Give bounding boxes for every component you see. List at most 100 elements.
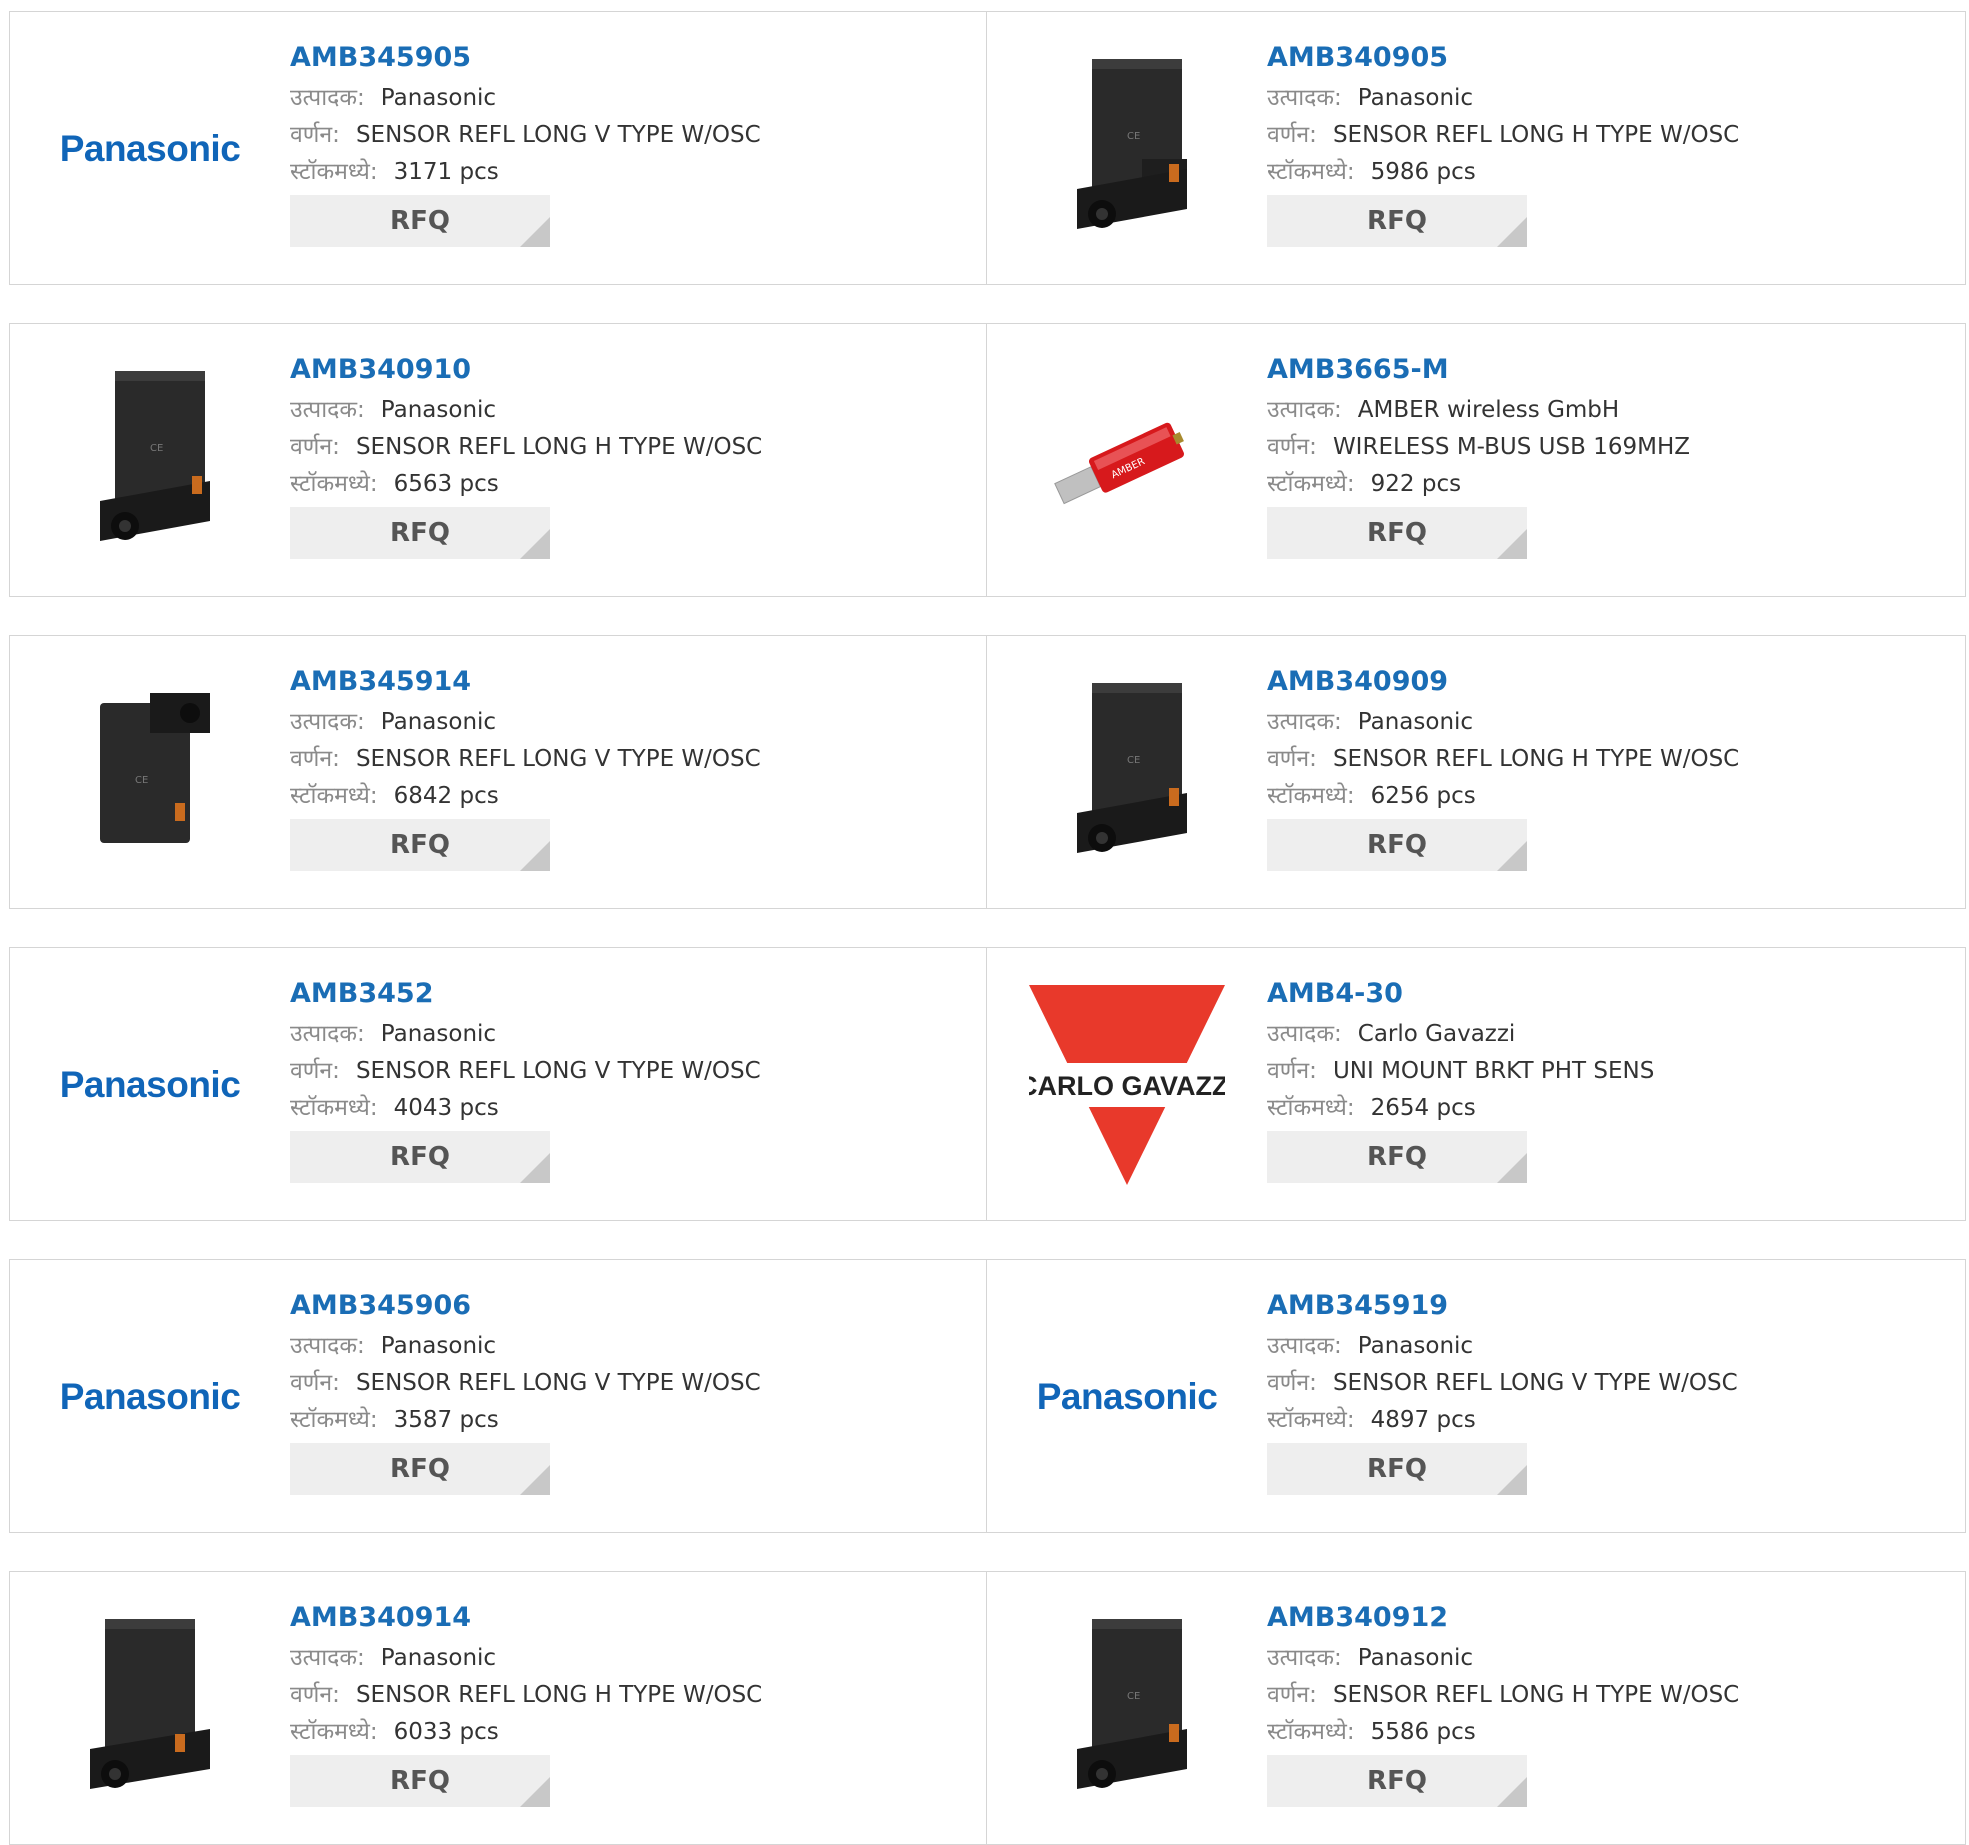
- description-label: वर्णन:: [1267, 122, 1317, 148]
- manufacturer-label: उत्पादक:: [1267, 1645, 1342, 1671]
- svg-text:CE: CE: [135, 775, 148, 786]
- manufacturer-value: AMBER wireless GmbH: [1357, 397, 1620, 423]
- rfq-button[interactable]: RFQ: [290, 1131, 550, 1183]
- corner-decoration: [520, 1777, 550, 1807]
- manufacturer-value: Panasonic: [1357, 1333, 1474, 1359]
- part-number-link[interactable]: AMB345906: [290, 1290, 761, 1322]
- description-value: SENSOR REFL LONG V TYPE W/OSC: [355, 1058, 761, 1084]
- product-image[interactable]: AMBER: [1027, 361, 1227, 561]
- description-value: SENSOR REFL LONG H TYPE W/OSC: [1332, 122, 1740, 148]
- rfq-button[interactable]: RFQ: [290, 507, 550, 559]
- stock-value: 5986 pcs: [1370, 159, 1476, 185]
- product-card: Panasonic AMB345906 उत्पादक: Panasonic वर…: [9, 1259, 987, 1533]
- stock-value: 5586 pcs: [1370, 1719, 1476, 1745]
- panasonic-logo: Panasonic: [59, 1376, 241, 1417]
- stock-value: 2654 pcs: [1370, 1095, 1476, 1121]
- corner-decoration: [520, 1153, 550, 1183]
- part-number-link[interactable]: AMB340905: [1267, 42, 1739, 74]
- rfq-label: RFQ: [1367, 518, 1427, 548]
- manufacturer-value: Carlo Gavazzi: [1357, 1021, 1516, 1047]
- part-number-link[interactable]: AMB340909: [1267, 666, 1739, 698]
- corner-decoration: [520, 1465, 550, 1495]
- part-number-link[interactable]: AMB340912: [1267, 1602, 1739, 1634]
- rfq-label: RFQ: [390, 1766, 450, 1796]
- stock-label: स्टॉकमध्ये:: [290, 159, 378, 185]
- product-image[interactable]: Panasonic: [50, 49, 250, 249]
- manufacturer-label: उत्पादक:: [1267, 709, 1342, 735]
- product-image[interactable]: CE: [50, 361, 250, 561]
- product-card: CE AMB345914 उत्पादक: Panasonic वर्णन: SEN…: [9, 635, 987, 909]
- manufacturer-label: उत्पादक:: [1267, 397, 1342, 423]
- stock-label: स्टॉकमध्ये:: [1267, 159, 1355, 185]
- rfq-button[interactable]: RFQ: [1267, 195, 1527, 247]
- corner-decoration: [1497, 1153, 1527, 1183]
- product-image[interactable]: Panasonic: [50, 985, 250, 1185]
- rfq-button[interactable]: RFQ: [1267, 1755, 1527, 1807]
- panasonic-logo: Panasonic: [1036, 1376, 1218, 1417]
- rfq-button[interactable]: RFQ: [1267, 507, 1527, 559]
- rfq-button[interactable]: RFQ: [1267, 1131, 1527, 1183]
- description-label: वर्णन:: [290, 434, 340, 460]
- stock-value: 922 pcs: [1370, 471, 1462, 497]
- corner-decoration: [1497, 1465, 1527, 1495]
- manufacturer-value: Panasonic: [380, 1021, 497, 1047]
- rfq-label: RFQ: [390, 206, 450, 236]
- product-card: Panasonic AMB3452 उत्पादक: Panasonic वर्ण…: [9, 947, 987, 1221]
- manufacturer-label: उत्पादक:: [290, 85, 365, 111]
- rfq-label: RFQ: [1367, 206, 1427, 236]
- manufacturer-value: Panasonic: [380, 1645, 497, 1671]
- product-image[interactable]: Panasonic: [1027, 1297, 1227, 1497]
- svg-text:CE: CE: [150, 443, 163, 454]
- product-image[interactable]: CE: [1027, 673, 1227, 873]
- stock-label: स्टॉकमध्ये:: [1267, 1407, 1355, 1433]
- product-image[interactable]: CE: [50, 673, 250, 873]
- stock-label: स्टॉकमध्ये:: [1267, 1719, 1355, 1745]
- description-value: SENSOR REFL LONG V TYPE W/OSC: [355, 1370, 761, 1396]
- sensor-photo-icon: CE: [100, 693, 210, 843]
- product-image[interactable]: CE: [1027, 1609, 1227, 1809]
- corner-decoration: [1497, 1777, 1527, 1807]
- rfq-button[interactable]: RFQ: [1267, 819, 1527, 871]
- rfq-label: RFQ: [390, 1454, 450, 1484]
- product-image[interactable]: CE: [1027, 49, 1227, 249]
- rfq-button[interactable]: RFQ: [290, 1443, 550, 1495]
- manufacturer-label: उत्पादक:: [1267, 1333, 1342, 1359]
- corner-decoration: [1497, 841, 1527, 871]
- description-label: वर्णन:: [290, 1370, 340, 1396]
- stock-value: 4043 pcs: [393, 1095, 499, 1121]
- part-number-link[interactable]: AMB3452: [290, 978, 761, 1010]
- description-value: SENSOR REFL LONG H TYPE W/OSC: [355, 1682, 763, 1708]
- description-value: SENSOR REFL LONG H TYPE W/OSC: [1332, 1682, 1740, 1708]
- stock-label: स्टॉकमध्ये:: [1267, 471, 1355, 497]
- product-card: CARLO GAVAZZI AMB4-30 उत्पादक: Carlo Gava…: [987, 947, 1966, 1221]
- part-number-link[interactable]: AMB4-30: [1267, 978, 1654, 1010]
- product-image[interactable]: [50, 1609, 250, 1809]
- rfq-button[interactable]: RFQ: [290, 819, 550, 871]
- product-image[interactable]: CARLO GAVAZZI: [1027, 985, 1227, 1185]
- stock-value: 6842 pcs: [393, 783, 499, 809]
- svg-text:CE: CE: [1127, 755, 1140, 766]
- stock-value: 3171 pcs: [393, 159, 499, 185]
- brand-text: CARLO GAVAZZI: [1029, 1071, 1225, 1101]
- manufacturer-value: Panasonic: [380, 85, 497, 111]
- description-label: वर्णन:: [290, 1682, 340, 1708]
- stock-value: 6563 pcs: [393, 471, 499, 497]
- rfq-button[interactable]: RFQ: [290, 195, 550, 247]
- stock-label: स्टॉकमध्ये:: [1267, 1095, 1355, 1121]
- part-number-link[interactable]: AMB345919: [1267, 1290, 1738, 1322]
- rfq-button[interactable]: RFQ: [290, 1755, 550, 1807]
- stock-label: स्टॉकमध्ये:: [290, 783, 378, 809]
- part-number-link[interactable]: AMB345914: [290, 666, 761, 698]
- description-label: वर्णन:: [1267, 434, 1317, 460]
- part-number-link[interactable]: AMB3665-M: [1267, 354, 1690, 386]
- svg-text:CE: CE: [1127, 131, 1140, 142]
- part-number-link[interactable]: AMB340914: [290, 1602, 762, 1634]
- rfq-button[interactable]: RFQ: [1267, 1443, 1527, 1495]
- rfq-label: RFQ: [1367, 1454, 1427, 1484]
- stock-label: स्टॉकमध्ये:: [290, 471, 378, 497]
- rfq-label: RFQ: [390, 1142, 450, 1172]
- part-number-link[interactable]: AMB345905: [290, 42, 761, 74]
- part-number-link[interactable]: AMB340910: [290, 354, 762, 386]
- product-image[interactable]: Panasonic: [50, 1297, 250, 1497]
- description-value: SENSOR REFL LONG V TYPE W/OSC: [355, 746, 761, 772]
